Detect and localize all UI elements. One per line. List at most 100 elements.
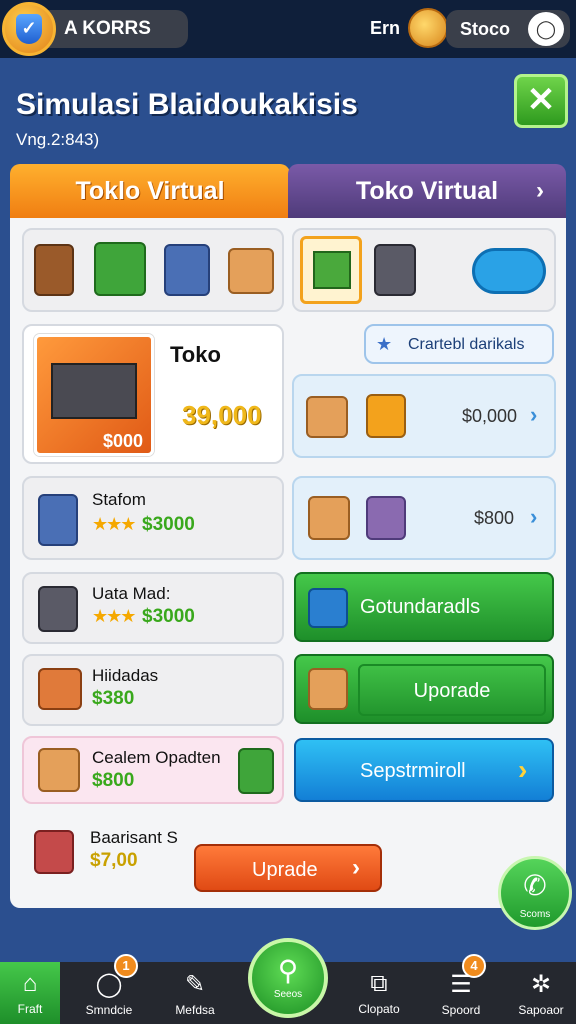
action-button-1[interactable]: Gotundaradls <box>294 572 554 642</box>
close-button[interactable]: ✕ <box>514 74 568 128</box>
selected-cube-icon[interactable] <box>300 236 362 304</box>
featured-price: 39,000 <box>182 400 262 430</box>
speech-bubble-icon[interactable] <box>472 248 546 294</box>
list-item[interactable]: Stafom ★★★ $3000 <box>22 476 284 560</box>
list-item[interactable]: Cealem Opadten $800 <box>22 736 284 804</box>
nav-board[interactable]: ☰ Spoord <box>426 962 496 1024</box>
shop-panel: $000 Toko 39,000 ★ Crartebl darikals $0,… <box>10 218 566 908</box>
featured-card[interactable]: $000 Toko 39,000 <box>22 324 284 464</box>
item-name: Cealem Opadten <box>92 748 221 767</box>
nav-tools[interactable]: ✎ Mefdsa <box>160 962 230 1024</box>
featured-image-price: $000 <box>103 431 144 451</box>
list-item[interactable]: Uata Mad: ★★★ $3000 <box>22 572 284 644</box>
rating-stars: ★★★ <box>92 514 136 534</box>
chevron-right-icon: › <box>352 854 360 881</box>
shop-machine-icon <box>51 363 137 419</box>
offer-price: $0,000 <box>462 406 518 426</box>
item-price: $3000 <box>142 514 195 535</box>
settings-icon: ✲ <box>530 971 552 998</box>
cube-icon <box>313 251 351 289</box>
arcade-green-icon <box>238 748 274 794</box>
upgrade-button[interactable]: Uprade › <box>194 844 382 892</box>
page-title: Simulasi Blaidoukakisis <box>16 88 358 121</box>
machine-icon[interactable] <box>94 242 146 296</box>
item-name: Hiidadas <box>92 666 159 685</box>
nav-label: Fraft <box>17 1002 43 1016</box>
vending-machine-icon[interactable] <box>374 244 416 296</box>
nav-label: Sapoaor <box>518 1003 564 1017</box>
tab-toklo-virtual[interactable]: Toklo Virtual <box>10 164 290 218</box>
home-icon: ⌂ <box>22 970 38 997</box>
shop-stall-icon <box>34 830 74 874</box>
coins-label: Ern <box>370 18 401 38</box>
chat-bubble-icon[interactable]: ◯ <box>528 12 564 46</box>
vending-icon <box>38 586 78 632</box>
list-item[interactable]: Hiidadas $380 <box>22 654 284 726</box>
item-price: $800 <box>92 770 135 791</box>
puzzle-icon: ⧉ <box>370 970 388 997</box>
cart-icon <box>366 394 406 438</box>
nav-label: Seeos <box>273 989 303 1000</box>
category-tag[interactable]: ★ Crartebl darikals <box>364 324 554 364</box>
upgrade-button-1[interactable]: Uporade <box>294 654 554 724</box>
item-icons-row-2 <box>292 228 556 312</box>
featured-title: Toko <box>170 342 221 367</box>
offer-card-2[interactable]: $800 › <box>292 476 556 560</box>
upgrade-button-label: Uprade <box>252 859 318 881</box>
action-button-1-label: Gotundaradls <box>360 596 481 618</box>
chevron-right-icon: › <box>530 402 538 427</box>
arcade-icon[interactable] <box>164 244 210 296</box>
call-button-label: Scoms <box>519 909 551 920</box>
item-price: $3000 <box>142 606 195 627</box>
cart-icon <box>308 588 348 628</box>
player-shield-icon[interactable]: ✓ <box>2 2 56 56</box>
search-icon: ⚲ <box>277 955 299 986</box>
tool-icon: ✎ <box>184 971 206 998</box>
nav-puzzle[interactable]: ⧉ Clopato <box>344 962 414 1024</box>
item-price: $7,00 <box>90 850 138 871</box>
item-name: Stafom <box>92 490 146 509</box>
box-icon <box>308 668 348 710</box>
arcade-machine-icon <box>38 494 78 546</box>
nav-settings[interactable]: ✲ Sapoaor <box>506 962 576 1024</box>
nav-home[interactable]: ⌂ Fraft <box>0 962 60 1024</box>
item-name: Uata Mad: <box>92 584 171 603</box>
nav-label: Mefdsa <box>175 1003 215 1017</box>
offer-card[interactable]: $0,000 › <box>292 374 556 458</box>
special-button[interactable]: Sepstrmiroll › <box>294 738 554 802</box>
call-button[interactable]: ✆ Scoms <box>498 856 572 930</box>
board-icon: ☰ <box>450 971 472 998</box>
nav-label: Smndcie <box>85 1003 133 1017</box>
chevron-right-icon: › <box>536 177 544 204</box>
item-name: Baarisant S <box>90 828 178 847</box>
gift-box-icon <box>308 496 350 540</box>
category-tag-label: Crartebl darikals <box>408 336 525 353</box>
special-button-label: Sepstrmiroll <box>360 760 466 782</box>
chevron-right-icon: › <box>530 504 538 529</box>
tab-label: Toko Virtual <box>355 177 499 205</box>
notification-badge: 1 <box>114 954 138 978</box>
tab-toko-virtual[interactable]: Toko Virtual › <box>288 164 566 218</box>
phone-icon: ✆ <box>523 870 547 901</box>
upgrade-button-1-label: Uporade <box>358 664 546 716</box>
box-icon <box>306 396 348 438</box>
nav-search[interactable]: ⚲ Seeos <box>248 938 328 1018</box>
door-icon[interactable] <box>34 244 74 296</box>
nav-label: Spoord <box>441 1003 481 1017</box>
item-price: $380 <box>92 688 135 709</box>
player-name[interactable]: A KORRS <box>44 10 188 48</box>
version-label: Vng.2:843) <box>16 130 100 149</box>
gift-box-icon[interactable] <box>228 248 274 294</box>
nav-label: Clopato <box>358 1002 400 1016</box>
item-icons-row <box>22 228 284 312</box>
notification-badge: 4 <box>462 954 486 978</box>
crate-icon <box>38 668 82 710</box>
featured-shop-image: $000 <box>34 334 154 456</box>
chevron-right-icon: › <box>518 754 528 785</box>
basket-icon <box>366 496 406 540</box>
offer2-price: $800 <box>474 508 515 528</box>
star-icon: ★ <box>376 334 393 354</box>
plant-box-icon <box>38 748 80 792</box>
rating-stars: ★★★ <box>92 606 136 626</box>
coin-icon[interactable] <box>408 8 448 48</box>
